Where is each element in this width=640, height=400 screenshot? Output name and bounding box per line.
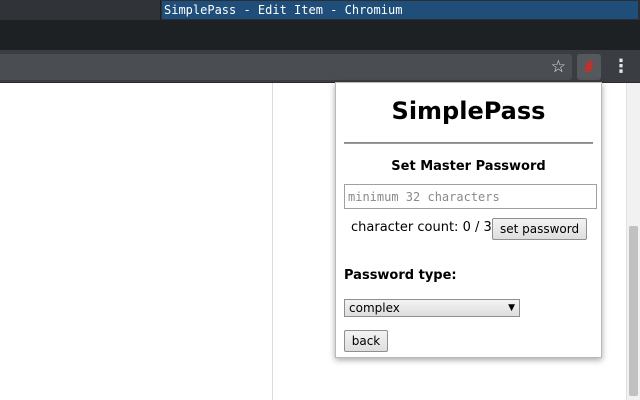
- os-taskbar-left: [0, 0, 161, 20]
- character-count: character count: 0 / 32: [351, 220, 501, 235]
- bookmark-star-icon[interactable]: ☆: [551, 56, 566, 78]
- master-password-input[interactable]: [344, 184, 597, 209]
- page-scrollbar[interactable]: [626, 83, 640, 400]
- password-type-select[interactable]: complex ▼: [344, 299, 520, 317]
- master-password-heading: Set Master Password: [391, 159, 546, 174]
- set-password-button[interactable]: set password: [492, 218, 587, 240]
- popup-title: SimplePass: [391, 97, 546, 125]
- address-bar[interactable]: ☆: [0, 54, 572, 80]
- extension-popup: SimplePass Set Master Password character…: [335, 82, 602, 358]
- password-type-label: Password type:: [344, 268, 457, 283]
- dropdown-caret-icon: ▼: [508, 303, 515, 313]
- browser-tab-strip: [0, 20, 640, 50]
- password-type-value: complex: [349, 301, 400, 315]
- divider: [344, 142, 593, 144]
- scrollbar-thumb[interactable]: [629, 226, 638, 396]
- simplepass-extension-icon[interactable]: #: [577, 54, 601, 80]
- window-title: SimplePass - Edit Item - Chromium: [162, 1, 638, 19]
- page-divider: [272, 83, 273, 400]
- back-button[interactable]: back: [344, 330, 388, 352]
- browser-toolbar: ☆ # ⋮: [0, 50, 640, 83]
- browser-menu-icon[interactable]: ⋮: [611, 54, 631, 80]
- os-title-bar: SimplePass - Edit Item - Chromium: [0, 0, 640, 20]
